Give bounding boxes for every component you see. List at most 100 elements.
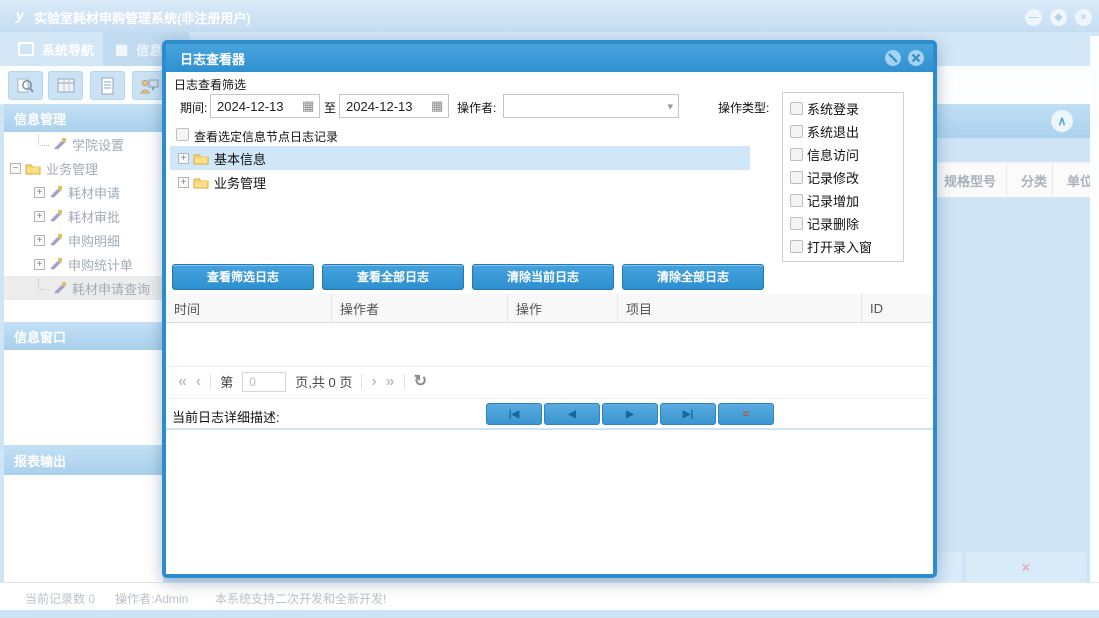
dialog-tree-item-basic-info[interactable]: + 基本信息: [170, 146, 750, 170]
first-page-button[interactable]: «: [178, 374, 187, 390]
checkbox[interactable]: [790, 194, 803, 207]
right-scroll-strip[interactable]: [1090, 36, 1099, 582]
sidebar-item-purchase-statistics[interactable]: + 申购统计单: [4, 252, 163, 276]
window-controls: — ◆ ×: [1025, 9, 1092, 26]
prev-page-button[interactable]: ‹: [196, 374, 201, 390]
tree-item-label: 基本信息: [214, 149, 266, 168]
page-prefix-label: 第: [220, 372, 233, 391]
tree-item-label: 申购统计单: [68, 255, 133, 274]
status-message: 本系统支持二次开发和全新开发!: [215, 590, 386, 607]
optype-open-entry-window[interactable]: 打开录入窗: [790, 235, 903, 258]
dialog-body: 日志查看筛选 期间: ▦ 至 ▦ 操作者: ▾ 操作类型: 系统登录 系统退出 …: [166, 72, 933, 574]
optype-record-modify[interactable]: 记录修改: [790, 166, 903, 189]
refresh-icon[interactable]: ↻: [414, 374, 427, 390]
sidebar-item-consumable-request-query[interactable]: 耗材申请查询: [4, 276, 163, 300]
sidebar-item-college-settings[interactable]: 学院设置: [4, 132, 163, 156]
optype-label: 系统登录: [807, 99, 859, 118]
sidebar: 信息管理 学院设置 − 业务管理 +: [4, 104, 163, 582]
log-column-id[interactable]: ID: [862, 294, 933, 322]
optype-info-access[interactable]: 信息访问: [790, 143, 903, 166]
operator-select[interactable]: ▾: [503, 94, 679, 118]
nav-first-button[interactable]: |◀: [486, 403, 542, 425]
expand-plus-icon[interactable]: +: [34, 259, 45, 270]
search-button[interactable]: [8, 71, 43, 100]
clear-all-logs-button[interactable]: 清除全部日志: [622, 264, 764, 290]
checkbox[interactable]: [790, 171, 803, 184]
panel-header-info-management[interactable]: 信息管理: [4, 104, 163, 132]
column-spec-model[interactable]: 规格型号: [930, 163, 1007, 197]
panel-header-report-output[interactable]: 报表输出: [4, 445, 163, 475]
column-category[interactable]: 分类: [1007, 163, 1053, 197]
minimize-button[interactable]: —: [1025, 9, 1042, 26]
expand-plus-icon[interactable]: +: [178, 153, 189, 164]
optype-system-login[interactable]: 系统登录: [790, 97, 903, 120]
nav-delete-button[interactable]: =: [718, 403, 774, 425]
optype-record-delete[interactable]: 记录删除: [790, 212, 903, 235]
optype-label: 信息访问: [807, 145, 859, 164]
maximize-button[interactable]: ◆: [1050, 9, 1067, 26]
collapse-minus-icon[interactable]: −: [10, 163, 21, 174]
next-page-button[interactable]: ›: [371, 374, 376, 390]
to-label: 至: [324, 99, 336, 116]
nav-prev-button[interactable]: ◀: [544, 403, 600, 425]
sidebar-item-purchase-detail[interactable]: + 申购明细: [4, 228, 163, 252]
dialog-close-button[interactable]: [907, 49, 925, 67]
checkbox[interactable]: [790, 125, 803, 138]
panel-header-info-window[interactable]: 信息窗口: [4, 322, 163, 350]
pin-block-button[interactable]: [884, 49, 902, 67]
expand-plus-icon[interactable]: +: [34, 211, 45, 222]
log-column-time[interactable]: 时间: [166, 294, 332, 322]
optype-system-logout[interactable]: 系统退出: [790, 120, 903, 143]
content-grid-header: 规格型号 分类 单位: [930, 162, 1099, 198]
view-filtered-logs-button[interactable]: 查看筛选日志: [172, 264, 314, 290]
document-button[interactable]: [90, 71, 125, 100]
calendar-icon[interactable]: ▦: [302, 99, 314, 112]
log-column-operator[interactable]: 操作者: [332, 294, 508, 322]
dialog-titlebar[interactable]: 日志查看器: [166, 44, 933, 72]
sidebar-item-business-management[interactable]: − 业务管理: [4, 156, 163, 180]
node-filter-checkbox[interactable]: [176, 128, 189, 141]
folder-icon: [193, 152, 209, 165]
record-navigator: |◀ ◀ ▶ ▶| =: [486, 403, 774, 425]
checkbox[interactable]: [790, 240, 803, 253]
close-x-icon: ×: [1022, 559, 1030, 575]
log-column-action[interactable]: 操作: [508, 294, 618, 322]
tool-icon: [53, 281, 67, 295]
grid-icon: ▦: [115, 42, 128, 56]
expand-plus-icon[interactable]: +: [34, 187, 45, 198]
tree-elbow: [38, 279, 49, 290]
page-number-input[interactable]: [242, 372, 286, 392]
optype-label: 记录修改: [807, 168, 859, 187]
clear-current-logs-button[interactable]: 清除当前日志: [472, 264, 614, 290]
nav-last-icon: ▶|: [683, 409, 694, 420]
optype-record-add[interactable]: 记录增加: [790, 189, 903, 212]
close-button[interactable]: ×: [1075, 9, 1092, 26]
checkbox[interactable]: [790, 102, 803, 115]
calendar-icon[interactable]: ▦: [431, 99, 443, 112]
titlebar: y 实验室耗材申购管理系统(非注册用户) — ◆ ×: [0, 0, 1099, 32]
expand-plus-icon[interactable]: +: [178, 177, 189, 188]
view-all-logs-button[interactable]: 查看全部日志: [322, 264, 464, 290]
dialog-tree-item-business-management[interactable]: + 业务管理: [170, 170, 750, 194]
window-bottom-edge: [0, 610, 1099, 618]
log-column-item[interactable]: 项目: [618, 294, 862, 322]
tool-icon: [49, 209, 63, 223]
last-page-button[interactable]: »: [386, 374, 395, 390]
data-grid-button[interactable]: [48, 71, 83, 100]
log-detail-memo[interactable]: [166, 430, 933, 574]
checkbox[interactable]: [790, 148, 803, 161]
nav-last-button[interactable]: ▶|: [660, 403, 716, 425]
collapse-panel-button[interactable]: ∧: [1051, 110, 1073, 132]
period-label: 期间:: [180, 99, 207, 116]
tree-item-label: 耗材申请: [68, 183, 120, 202]
filter-group-label: 日志查看筛选: [174, 76, 246, 93]
content-close-button[interactable]: ×: [966, 552, 1086, 582]
checkbox[interactable]: [790, 217, 803, 230]
tab-system-navigation[interactable]: 系统导航: [6, 32, 106, 66]
sidebar-item-consumable-request[interactable]: + 耗材申请: [4, 180, 163, 204]
divider: [210, 374, 211, 390]
expand-plus-icon[interactable]: +: [34, 235, 45, 246]
log-table-header: 时间 操作者 操作 项目 ID: [166, 294, 933, 323]
sidebar-item-consumable-approval[interactable]: + 耗材审批: [4, 204, 163, 228]
nav-next-button[interactable]: ▶: [602, 403, 658, 425]
